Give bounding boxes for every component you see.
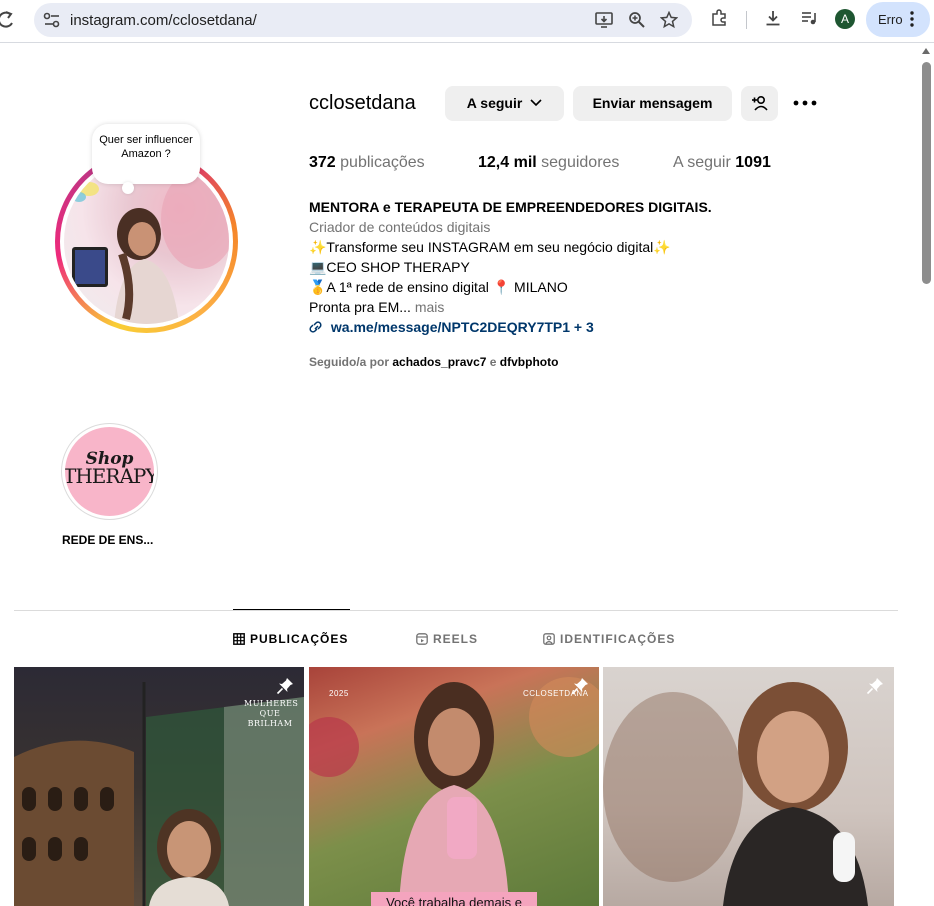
post-thumbnail-3[interactable] — [603, 667, 894, 906]
following-count-value: 1091 — [735, 154, 771, 171]
extensions-icon[interactable] — [710, 9, 728, 27]
toolbar-separator — [746, 11, 747, 29]
highlight-label[interactable]: REDE DE ENS... — [62, 533, 153, 547]
profile-username: cclosetdana — [309, 92, 416, 114]
profile-note-bubble[interactable]: Quer ser influencer Amazon ? — [92, 124, 200, 194]
scrollbar-thumb[interactable] — [922, 62, 931, 284]
bio-line-3: 🥇A 1ª rede de ensino digital 📍 MILANO — [309, 279, 568, 295]
browser-profile-avatar[interactable]: A — [835, 9, 855, 29]
install-app-icon[interactable] — [594, 11, 614, 29]
highlight-cover[interactable]: Shop THERAPY — [65, 427, 154, 516]
browser-toolbar: instagram.com/cclosetdana/ A Erro — [0, 0, 934, 40]
url-text[interactable]: instagram.com/cclosetdana/ — [70, 12, 257, 29]
tagged-icon — [543, 633, 555, 645]
media-control-icon[interactable] — [800, 9, 818, 27]
posts-count-label: publicações — [340, 154, 425, 171]
tab-posts-label: PUBLICAÇÕES — [250, 632, 349, 646]
followed-by-conj: e — [489, 355, 497, 369]
address-bar[interactable]: instagram.com/cclosetdana/ — [34, 3, 692, 37]
tab-reels-label: REELS — [433, 632, 479, 646]
kebab-menu-icon — [910, 11, 914, 27]
bio-link[interactable]: wa.me/message/NPTC2DEQRY7TP1 + 3 — [331, 319, 594, 335]
bio-line-2: 💻CEO SHOP THERAPY — [309, 259, 470, 275]
reload-icon[interactable] — [0, 9, 14, 29]
tab-posts[interactable]: PUBLICAÇÕES — [233, 632, 348, 646]
post-2-year: 2025 — [329, 689, 349, 698]
following-button[interactable]: A seguir — [445, 86, 564, 121]
following-count[interactable]: A seguir 1091 — [673, 154, 771, 172]
bio-title: MENTORA e TERAPEUTA DE EMPREENDEDORES DI… — [309, 199, 712, 215]
bookmark-star-icon[interactable] — [660, 11, 678, 29]
bio-link-row[interactable]: wa.me/message/NPTC2DEQRY7TP1 + 3 — [309, 317, 712, 337]
zoom-icon[interactable] — [628, 11, 646, 29]
following-count-label: A seguir — [673, 154, 731, 171]
following-button-label: A seguir — [466, 95, 523, 111]
followed-by-user-1[interactable]: achados_pravc7 — [392, 355, 486, 369]
toolbar-divider — [0, 42, 934, 43]
tab-tagged-label: IDENTIFICAÇÕES — [560, 632, 676, 646]
site-info-icon[interactable] — [42, 11, 62, 29]
add-person-icon — [751, 95, 768, 111]
link-icon — [309, 321, 322, 333]
followers-count-label: seguidores — [541, 154, 620, 171]
followed-by[interactable]: Seguido/a por achados_pravc7 e dfvbphoto — [309, 355, 558, 369]
pinned-icon — [866, 678, 883, 695]
post-3-image — [603, 682, 868, 906]
tabs-divider — [14, 610, 898, 611]
tab-reels[interactable]: REELS — [416, 632, 478, 646]
post-thumbnail-1[interactable]: MULHERES QUE BRILHAM — [14, 667, 304, 906]
chevron-down-icon — [530, 99, 542, 107]
post-thumbnail-2[interactable]: 2025 CCLOSETDANA Você trabalha demais e — [309, 667, 599, 906]
followed-by-user-2[interactable]: dfvbphoto — [500, 355, 559, 369]
tab-tagged[interactable]: IDENTIFICAÇÕES — [543, 632, 675, 646]
posts-count-value: 372 — [309, 154, 336, 171]
pinned-icon — [276, 678, 293, 695]
error-menu-button[interactable]: Erro — [866, 2, 930, 37]
grid-icon — [233, 633, 245, 645]
reels-icon — [416, 633, 428, 645]
followed-by-prefix: Seguido/a por — [309, 355, 390, 369]
bio-line-4: Pronta pra EM... — [309, 299, 411, 315]
send-message-button[interactable]: Enviar mensagem — [573, 86, 732, 121]
highlight-cover-line-2: THERAPY — [65, 464, 154, 488]
error-label: Erro — [878, 12, 903, 27]
profile-bio: MENTORA e TERAPEUTA DE EMPREENDEDORES DI… — [309, 197, 712, 337]
bio-category: Criador de conteúdos digitais — [309, 219, 491, 235]
posts-count: 372 publicações — [309, 154, 425, 172]
post-2-image — [309, 677, 599, 906]
post-2-banner: Você trabalha demais e — [371, 892, 537, 906]
more-options-icon[interactable] — [792, 98, 818, 108]
followers-count-value: 12,4 mil — [478, 154, 537, 171]
pinned-icon — [571, 678, 588, 695]
post-1-overlay-text: MULHERES QUE BRILHAM — [244, 699, 299, 728]
suggest-users-button[interactable] — [741, 86, 778, 121]
download-icon[interactable] — [764, 9, 782, 27]
scroll-up-arrow-icon[interactable] — [922, 48, 930, 54]
bio-line-1: ✨Transforme seu INSTAGRAM em seu negócio… — [309, 239, 671, 255]
active-tab-indicator — [233, 609, 350, 610]
bio-more-link[interactable]: mais — [415, 299, 445, 315]
bio-line-4-wrap: Pronta pra EM... mais — [309, 297, 712, 317]
followers-count[interactable]: 12,4 mil seguidores — [478, 154, 619, 172]
